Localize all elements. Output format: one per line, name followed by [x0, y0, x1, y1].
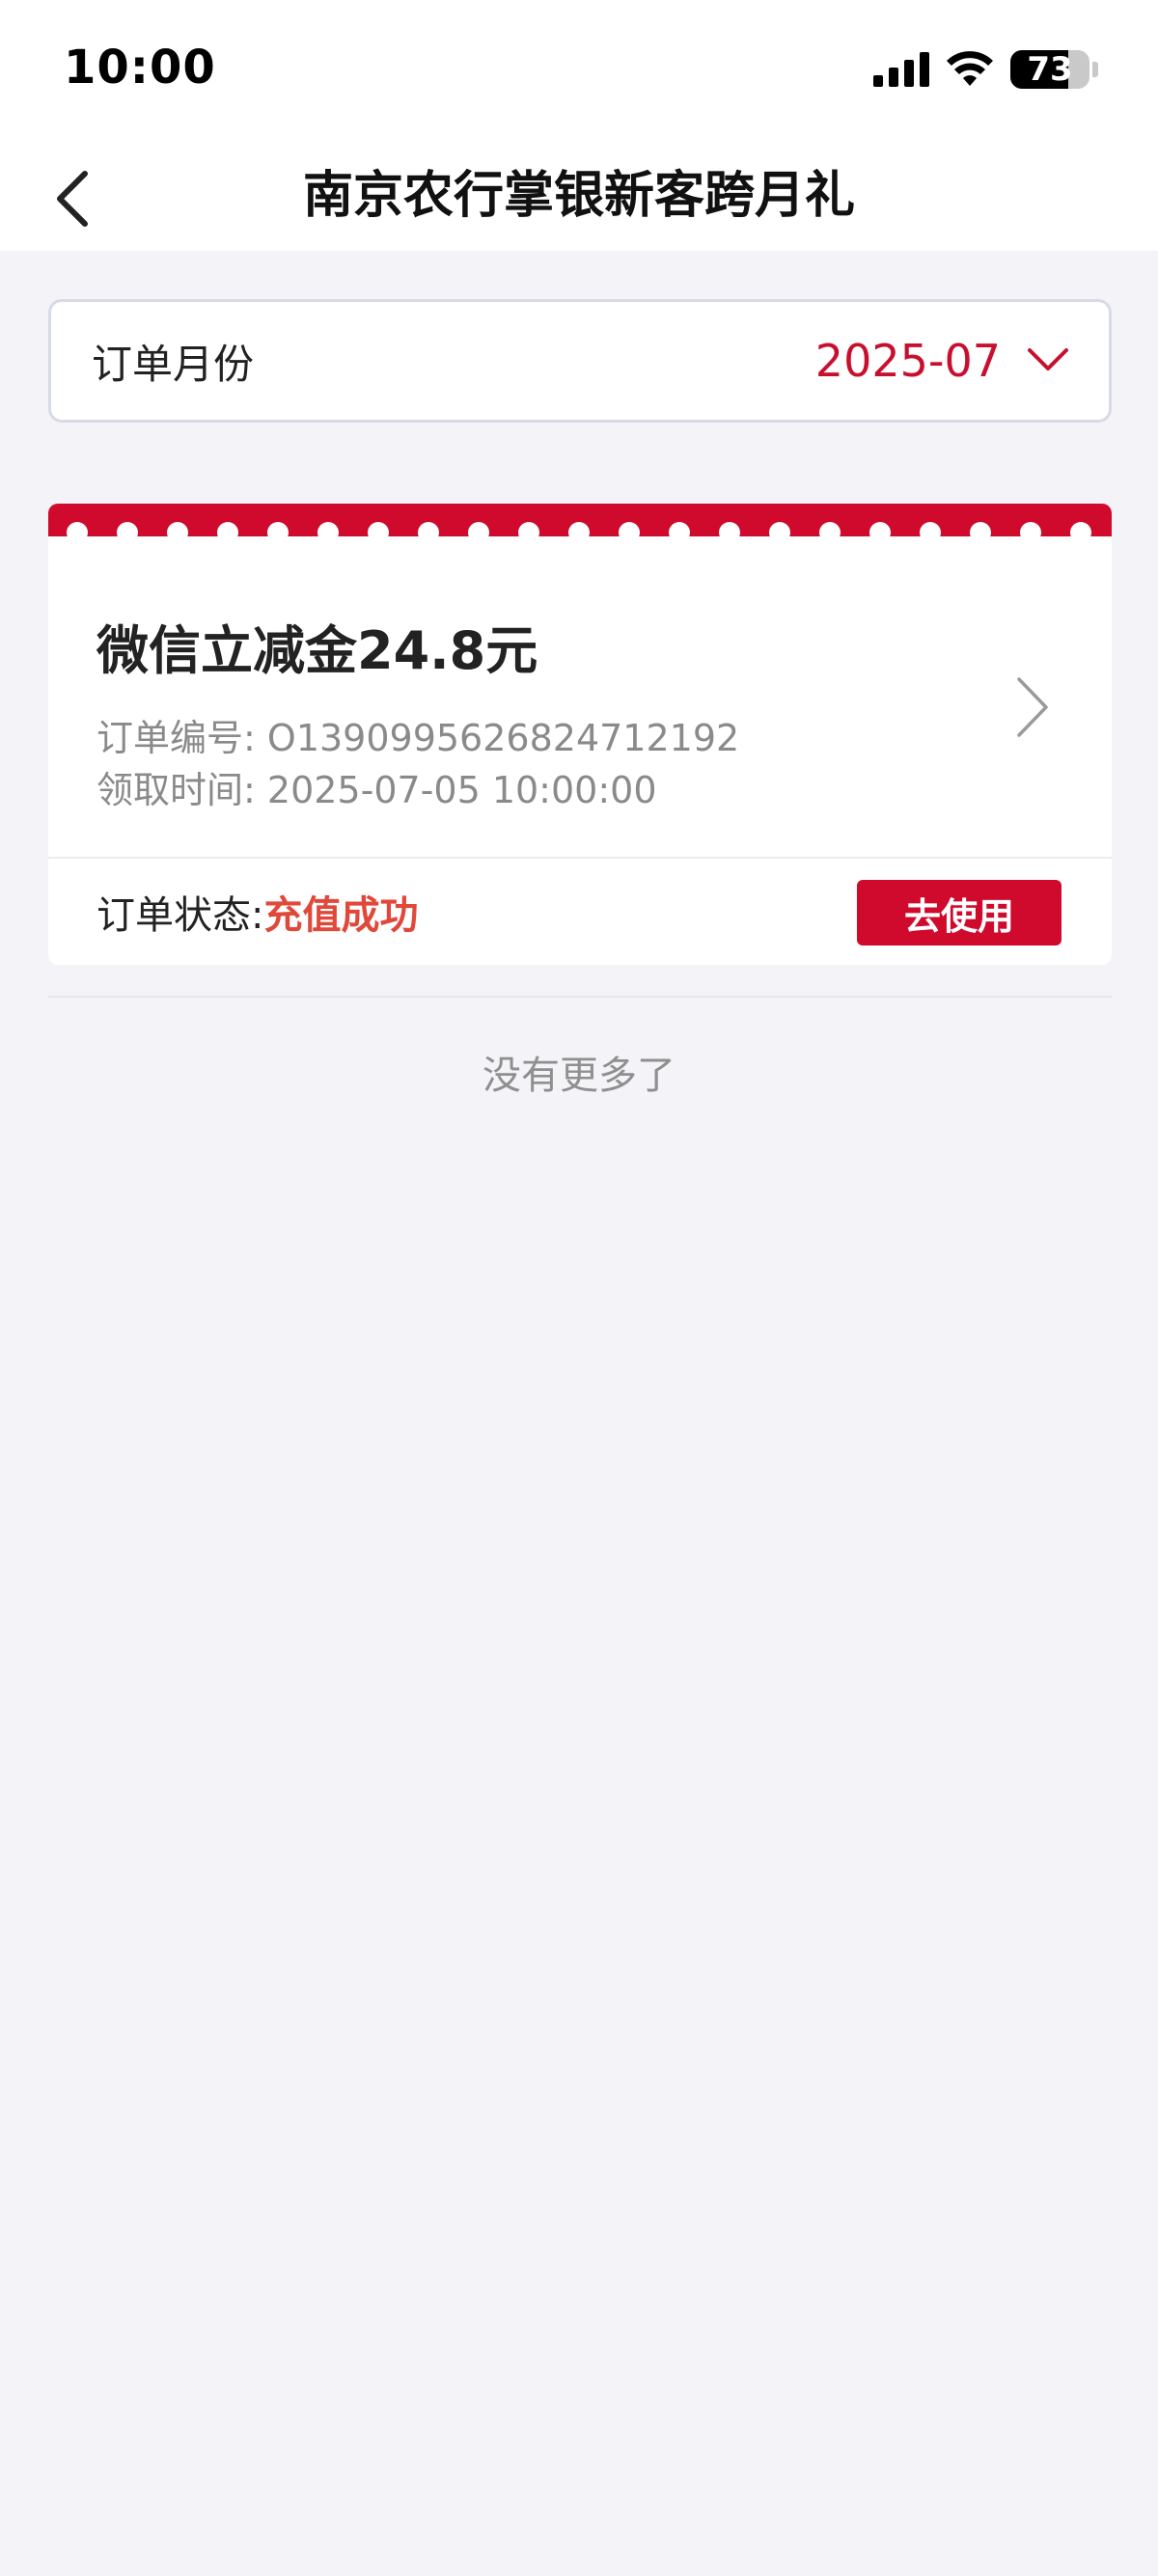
ribbon-dot	[167, 522, 188, 538]
chevron-down-icon	[1028, 348, 1068, 370]
order-detail-link[interactable]: 微信立减金24.8元 订单编号: O1390995626824712192 领取…	[48, 538, 1112, 857]
month-selector-label: 订单月份	[92, 340, 255, 388]
order-time-value: 2025-07-05 10:00:00	[266, 769, 657, 811]
status-bar: 10:00 73	[0, 0, 1158, 145]
order-status-row: 订单状态: 充值成功	[96, 859, 418, 965]
ribbon-dot	[67, 522, 88, 538]
ribbon-scallop-decoration	[48, 522, 1112, 538]
order-number-value: O1390995626824712192	[266, 717, 740, 759]
ribbon-dot	[1020, 522, 1041, 538]
ribbon-dot	[719, 522, 740, 538]
status-icons: 73	[873, 50, 1098, 89]
ribbon-dot	[769, 522, 790, 538]
ribbon-dot	[920, 522, 941, 538]
list-end-text: 没有更多了	[482, 1054, 676, 1098]
ribbon-dot	[217, 522, 238, 538]
order-title: 微信立减金24.8元	[96, 620, 538, 681]
order-status-label: 订单状态:	[96, 893, 264, 938]
card-ribbon	[48, 504, 1112, 538]
use-button[interactable]: 去使用	[857, 880, 1062, 945]
battery-cap	[1092, 62, 1098, 77]
ribbon-dot	[1070, 522, 1091, 538]
ribbon-dot	[518, 522, 539, 538]
ribbon-dot	[368, 522, 389, 538]
nav-bar: 南京农行掌银新客跨月礼	[0, 145, 1158, 251]
ribbon-dot	[468, 522, 489, 538]
order-card: 微信立减金24.8元 订单编号: O1390995626824712192 领取…	[48, 504, 1112, 965]
battery-level: 73	[1027, 50, 1073, 89]
ribbon-dot	[869, 522, 891, 538]
ribbon-dot	[267, 522, 289, 538]
order-number-row: 订单编号: O1390995626824712192	[96, 708, 739, 761]
battery-indicator: 73	[1010, 50, 1098, 89]
ribbon-dot	[619, 522, 640, 538]
order-number-label: 订单编号:	[96, 717, 256, 759]
ribbon-dot	[970, 522, 991, 538]
ribbon-dot	[669, 522, 690, 538]
ribbon-dot	[117, 522, 138, 538]
month-selector[interactable]: 订单月份 2025-07	[48, 299, 1112, 423]
wifi-icon	[945, 51, 995, 88]
order-card-footer: 订单状态: 充值成功 去使用	[48, 859, 1112, 965]
chevron-right-icon	[1017, 677, 1048, 737]
order-time-row: 领取时间: 2025-07-05 10:00:00	[96, 760, 657, 813]
month-selector-value: 2025-07	[814, 335, 1001, 387]
order-status-value: 充值成功	[263, 893, 419, 938]
ribbon-dot	[819, 522, 841, 538]
battery-icon: 73	[1010, 50, 1089, 89]
cellular-signal-icon	[873, 52, 929, 87]
page-title: 南京农行掌银新客跨月礼	[302, 166, 855, 225]
ribbon-dot	[568, 522, 590, 538]
ribbon-dot	[418, 522, 439, 538]
chevron-left-icon[interactable]	[46, 156, 104, 233]
list-divider	[48, 996, 1112, 998]
ribbon-dot	[317, 522, 339, 538]
status-time: 10:00	[64, 41, 216, 95]
order-time-label: 领取时间:	[96, 769, 256, 811]
